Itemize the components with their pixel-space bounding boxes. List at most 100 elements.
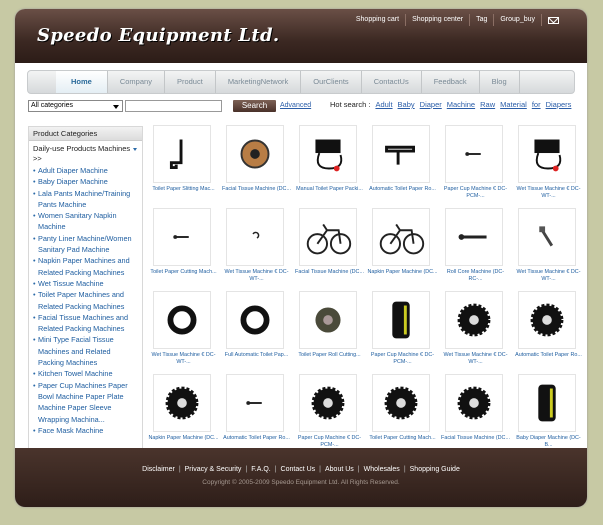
search-button[interactable]: Search bbox=[233, 100, 276, 112]
sidebar-item[interactable]: Kitchen Towel Machine bbox=[33, 368, 138, 380]
product-item[interactable]: Wet Tissue Machine € DC-WT-... bbox=[513, 208, 584, 290]
product-caption[interactable]: Wet Tissue Machine € DC-WT-... bbox=[221, 269, 292, 283]
mail-link[interactable] bbox=[541, 14, 565, 26]
product-item[interactable]: Automatic Toilet Paper Ro... bbox=[221, 374, 292, 456]
product-thumbnail[interactable] bbox=[153, 208, 211, 266]
footer-link[interactable]: Contact Us bbox=[281, 466, 316, 473]
sidebar-item[interactable]: Face Mask Machine bbox=[33, 425, 138, 437]
product-item[interactable]: Baby Diaper Machine (DC-B... bbox=[513, 374, 584, 456]
product-thumbnail[interactable] bbox=[226, 208, 284, 266]
sidebar-subheading[interactable]: Daily-use Products Machines >> bbox=[29, 141, 142, 163]
sidebar-item[interactable]: Wet Tissue Machine bbox=[33, 278, 138, 290]
site-logo[interactable]: Speedo Equipment Ltd. bbox=[37, 25, 279, 46]
product-caption[interactable]: Automatic Toilet Paper Ro... bbox=[367, 186, 438, 193]
product-item[interactable]: Facial Tissue Machine (DC... bbox=[294, 208, 365, 290]
sidebar-item[interactable]: Napkin Paper Machines and Related Packin… bbox=[33, 255, 138, 278]
hot-keyword[interactable]: for bbox=[532, 100, 541, 109]
advanced-search-link[interactable]: Advanced bbox=[280, 102, 311, 109]
product-thumbnail[interactable] bbox=[299, 125, 357, 183]
product-item[interactable]: Napkin Paper Machine (DC... bbox=[367, 208, 438, 290]
product-caption[interactable]: Facial Tissue Machine (DC... bbox=[440, 435, 511, 442]
product-item[interactable]: Manual Toilet Paper Packi... bbox=[294, 125, 365, 207]
product-caption[interactable]: Automatic Toilet Paper Ro... bbox=[513, 352, 584, 359]
hot-keyword[interactable]: Raw bbox=[480, 100, 495, 109]
sidebar-item[interactable]: Toilet Paper Machines and Related Packin… bbox=[33, 289, 138, 312]
hot-keyword[interactable]: Material bbox=[500, 100, 527, 109]
sidebar-item[interactable]: Baby Diaper Machine bbox=[33, 176, 138, 188]
sidebar-item[interactable]: Women Sanitary Napkin Machine bbox=[33, 210, 138, 233]
product-item[interactable]: Automatic Toilet Paper Ro... bbox=[513, 291, 584, 373]
product-caption[interactable]: Facial Tissue Machine (DC... bbox=[294, 269, 365, 276]
hot-keyword[interactable]: Diapers bbox=[546, 100, 572, 109]
nav-home[interactable]: Home bbox=[56, 71, 108, 93]
product-thumbnail[interactable] bbox=[226, 125, 284, 183]
product-item[interactable]: Paper Cup Machine € DC-PCM-... bbox=[367, 291, 438, 373]
product-thumbnail[interactable] bbox=[226, 291, 284, 349]
product-thumbnail[interactable] bbox=[153, 125, 211, 183]
product-thumbnail[interactable] bbox=[518, 291, 576, 349]
product-caption[interactable]: Wet Tissue Machine € DC-WT-... bbox=[513, 269, 584, 283]
product-caption[interactable]: Paper Cup Machine € DC-PCM-... bbox=[367, 352, 438, 366]
product-thumbnail[interactable] bbox=[372, 374, 430, 432]
nav-feedback[interactable]: Feedback bbox=[422, 71, 480, 93]
product-thumbnail[interactable] bbox=[445, 291, 503, 349]
product-caption[interactable]: Facial Tissue Machine (DC... bbox=[221, 186, 292, 193]
nav-contactus[interactable]: ContactUs bbox=[362, 71, 422, 93]
product-item[interactable]: Roll Core Machine (DC-RC-... bbox=[440, 208, 511, 290]
product-thumbnail[interactable] bbox=[518, 374, 576, 432]
footer-link[interactable]: Privacy & Security bbox=[185, 466, 242, 473]
footer-link[interactable]: Disclaimer bbox=[142, 466, 175, 473]
nav-product[interactable]: Product bbox=[165, 71, 216, 93]
product-thumbnail[interactable] bbox=[518, 208, 576, 266]
product-caption[interactable]: Toilet Paper Cutting Mach... bbox=[367, 435, 438, 442]
product-thumbnail[interactable] bbox=[445, 374, 503, 432]
product-thumbnail[interactable] bbox=[372, 208, 430, 266]
product-item[interactable]: Napkin Paper Machine (DC... bbox=[148, 374, 219, 456]
product-item[interactable]: Wet Tissue Machine € DC-WT-... bbox=[513, 125, 584, 207]
product-thumbnail[interactable] bbox=[153, 291, 211, 349]
product-caption[interactable]: Toilet Paper Roll Cutting... bbox=[294, 352, 365, 359]
product-thumbnail[interactable] bbox=[372, 291, 430, 349]
product-thumbnail[interactable] bbox=[445, 125, 503, 183]
product-item[interactable]: Toilet Paper Slitting Mac... bbox=[148, 125, 219, 207]
footer-link[interactable]: F.A.Q. bbox=[251, 466, 270, 473]
product-caption[interactable]: Toilet Paper Cutting Mach... bbox=[148, 269, 219, 276]
product-item[interactable]: Wet Tissue Machine € DC-WT-... bbox=[221, 208, 292, 290]
triangle-down-icon[interactable] bbox=[133, 148, 137, 151]
category-select[interactable]: All categories bbox=[28, 100, 123, 112]
sidebar-item[interactable]: Mini Type Facial Tissue Machines and Rel… bbox=[33, 334, 138, 368]
product-thumbnail[interactable] bbox=[299, 374, 357, 432]
product-thumbnail[interactable] bbox=[226, 374, 284, 432]
product-thumbnail[interactable] bbox=[153, 374, 211, 432]
shopping-cart-link[interactable]: Shopping cart bbox=[350, 14, 405, 26]
search-input[interactable] bbox=[125, 100, 222, 112]
product-item[interactable]: Toilet Paper Roll Cutting... bbox=[294, 291, 365, 373]
footer-link[interactable]: Shopping Guide bbox=[410, 466, 460, 473]
product-caption[interactable]: Automatic Toilet Paper Ro... bbox=[221, 435, 292, 442]
sidebar-item[interactable]: Paper Cup Machines Paper Bowl Machine Pa… bbox=[33, 380, 138, 425]
hot-keyword[interactable]: Baby bbox=[398, 100, 415, 109]
product-thumbnail[interactable] bbox=[299, 208, 357, 266]
nav-company[interactable]: Company bbox=[108, 71, 165, 93]
sidebar-item[interactable]: Facial Tissue Machines and Related Packi… bbox=[33, 312, 138, 335]
product-caption[interactable]: Roll Core Machine (DC-RC-... bbox=[440, 269, 511, 283]
product-item[interactable]: Paper Cup Machine € DC-PCM-... bbox=[294, 374, 365, 456]
product-caption[interactable]: Wet Tissue Machine € DC-WT-... bbox=[513, 186, 584, 200]
product-item[interactable]: Toilet Paper Cutting Mach... bbox=[367, 374, 438, 456]
product-item[interactable]: Wet Tissue Machine € DC-WT-... bbox=[440, 291, 511, 373]
nav-ourclients[interactable]: OurClients bbox=[301, 71, 362, 93]
sidebar-item[interactable]: Lala Pants Machine/Training Pants Machin… bbox=[33, 188, 138, 211]
product-item[interactable]: Facial Tissue Machine (DC... bbox=[440, 374, 511, 456]
product-caption[interactable]: Wet Tissue Machine € DC-WT-... bbox=[440, 352, 511, 366]
product-thumbnail[interactable] bbox=[445, 208, 503, 266]
product-caption[interactable]: Toilet Paper Slitting Mac... bbox=[148, 186, 219, 193]
hot-keyword[interactable]: Diaper bbox=[420, 100, 442, 109]
product-item[interactable]: Paper Cup Machine € DC-PCM-... bbox=[440, 125, 511, 207]
shopping-center-link[interactable]: Shopping center bbox=[405, 14, 469, 26]
footer-link[interactable]: About Us bbox=[325, 466, 354, 473]
product-item[interactable]: Wet Tissue Machine € DC-WT-... bbox=[148, 291, 219, 373]
product-caption[interactable]: Baby Diaper Machine (DC-B... bbox=[513, 435, 584, 449]
product-item[interactable]: Facial Tissue Machine (DC... bbox=[221, 125, 292, 207]
product-caption[interactable]: Paper Cup Machine € DC-PCM-... bbox=[440, 186, 511, 200]
product-caption[interactable]: Paper Cup Machine € DC-PCM-... bbox=[294, 435, 365, 449]
